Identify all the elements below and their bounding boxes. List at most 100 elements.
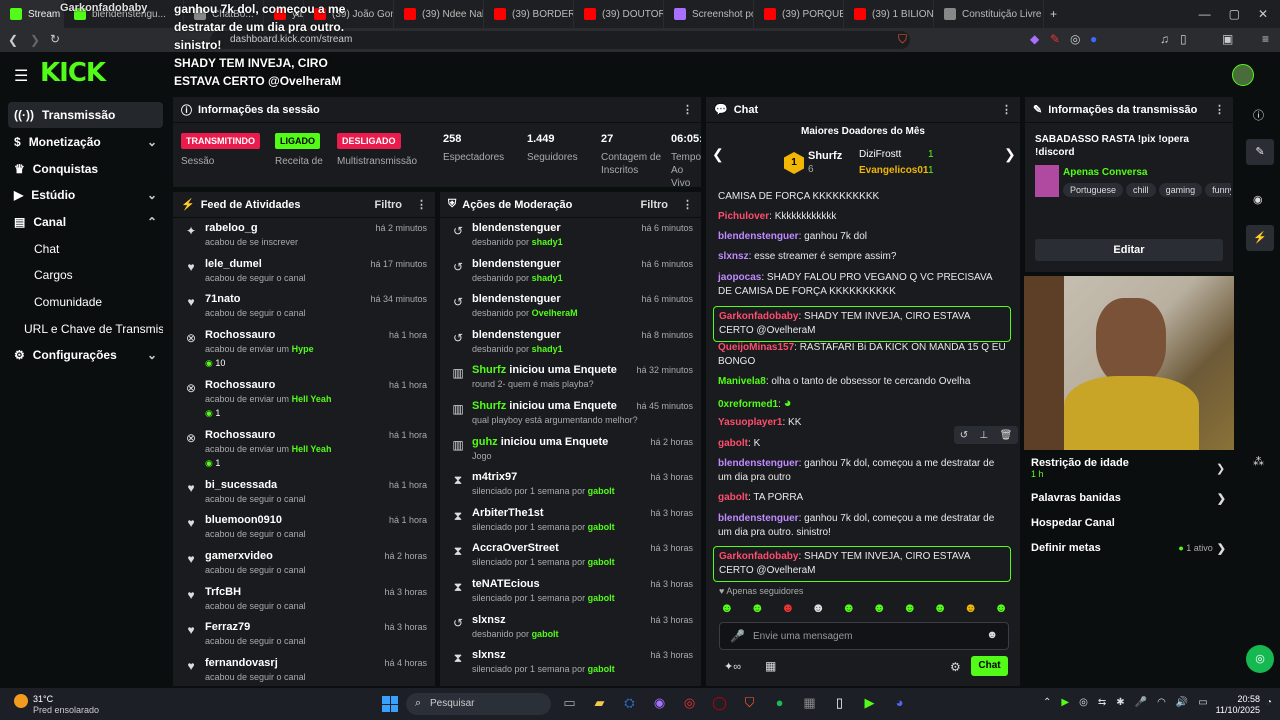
stream-tag[interactable]: funny [1205, 183, 1231, 197]
list-item[interactable]: ↺ blendenstenguer desbanido por OvelheraM h… [440, 289, 701, 325]
sidebar-item-canal[interactable]: ▤ Canal ⌃ [8, 209, 163, 235]
emote-icon[interactable]: ☻ [994, 600, 1008, 616]
username[interactable]: blendenstenguer [472, 258, 561, 270]
chat-username[interactable]: blendenstenguer [718, 513, 799, 524]
chevron-up-icon[interactable]: ⌃ [1043, 697, 1051, 708]
taskbar-app-icon[interactable]: ⛭ [620, 695, 639, 711]
list-item[interactable]: ⊗ Rochossauro acabou de enviar um Hype ◉ 10… [173, 325, 435, 375]
sidebar-item-url-chave[interactable]: URL e Chave de Transmissão [8, 316, 163, 342]
kick-logo[interactable]: KICK [40, 58, 106, 88]
edit-button[interactable]: Editar [1035, 239, 1223, 261]
chat-username[interactable]: gabolt [718, 492, 748, 503]
browser-tab[interactable]: (39) 1 BILIONÁRIO [844, 0, 934, 28]
username[interactable]: Rochossauro [205, 379, 275, 391]
list-item[interactable]: ▥ Shurfz iniciou uma Enquete qual playboy … [440, 396, 701, 432]
list-item[interactable]: ♥ bi_sucessada acabou de seguir o canal há … [173, 475, 435, 511]
moderator-name[interactable]: OvelheraM [532, 308, 578, 318]
username[interactable]: Ferraz79 [205, 621, 250, 633]
taskbar-app-icon[interactable]: ⛉ [740, 695, 759, 711]
minimize-icon[interactable]: — [1199, 7, 1211, 21]
menu-age-restriction[interactable]: Restrição de idade 1 h [1031, 457, 1226, 483]
taskbar-app-icon[interactable]: ◎ [680, 695, 699, 711]
extension-icon[interactable]: ✎ [1050, 32, 1060, 46]
menu-banned-words[interactable]: Palavras banidas ❯ [1031, 488, 1226, 508]
username[interactable]: TrfcBH [205, 586, 241, 598]
chat-username[interactable]: Manivela8 [718, 376, 766, 387]
emote-icon[interactable]: ☻ [964, 600, 978, 616]
donor-name[interactable]: Evangelicos01 [859, 165, 928, 176]
moderator-name[interactable]: gabolt [588, 664, 615, 674]
more-options-icon[interactable]: ⋮ [416, 198, 427, 211]
bluetooth-icon[interactable]: ✱ [1116, 697, 1124, 708]
chevron-left-icon[interactable]: ❮ [712, 146, 724, 163]
username[interactable]: blendenstenguer [472, 293, 561, 305]
moderator-name[interactable]: gabolt [588, 522, 615, 532]
moderator-name[interactable]: gabolt [588, 593, 615, 603]
emote-icon[interactable]: ☻ [903, 600, 917, 616]
sidebar-item-conquistas[interactable]: ♛ Conquistas [8, 156, 163, 182]
gift-icon[interactable]: ▦ [765, 659, 776, 673]
volume-icon[interactable]: 🔊 [1176, 697, 1188, 708]
notifications-icon[interactable]: ◔ [1266, 697, 1272, 708]
emote-icon[interactable]: ☻ [750, 600, 764, 616]
avatar[interactable] [1232, 64, 1254, 86]
list-item[interactable]: ♥ 71nato acabou de seguir o canal há 34 min… [173, 289, 435, 325]
moderator-name[interactable]: gabolt [532, 629, 559, 639]
pencil-icon[interactable]: ✎ [1246, 139, 1274, 165]
taskbar-app-icon[interactable]: ▭ [560, 695, 579, 711]
chat-message[interactable]: Garkonfadobaby: SHADY TEM INVEJA, CIRO E… [713, 306, 1011, 342]
chat-username[interactable]: blendenstenguer [718, 458, 799, 469]
chat-message[interactable]: Manivela8: olha o tanto de obsessor te c… [718, 375, 1006, 389]
list-item[interactable]: ⧗ teNATEcious silenciado por 1 semana por … [440, 574, 701, 610]
taskbar-search[interactable]: ⌕ Pesquisar [406, 693, 551, 715]
chat-username[interactable]: Yasuoplayer1 [718, 417, 782, 428]
sidebar-item-cargos[interactable]: Cargos [8, 262, 163, 288]
extension-icon[interactable]: ◆ [1030, 32, 1039, 46]
emote-icon[interactable]: ☻ [811, 600, 825, 616]
sidebar-icon[interactable]: ▯ [1180, 32, 1187, 46]
new-tab-icon[interactable]: + [1050, 7, 1057, 21]
maximize-icon[interactable]: ▢ [1229, 7, 1240, 21]
chat-username[interactable]: Garkonfadobaby [719, 311, 798, 322]
username[interactable]: bi_sucessada [205, 479, 277, 491]
list-item[interactable]: ♥ lele_dumel acabou de seguir o canal há 17… [173, 254, 435, 290]
list-item[interactable]: ♥ gamerxvideo acabou de seguir o canal há 2… [173, 546, 435, 582]
chat-username[interactable]: Garkonfadobaby [719, 551, 798, 562]
chevron-right-icon[interactable]: ❯ [1004, 146, 1016, 163]
emoji-icon[interactable]: ☻ [986, 629, 998, 641]
windows-start-icon[interactable] [382, 696, 398, 712]
username[interactable]: Rochossauro [205, 429, 275, 441]
chat-message[interactable]: 0xreformed1: ◕ [718, 396, 1006, 412]
browser-tab[interactable]: (39) DOUTOR A... [574, 0, 664, 28]
chat-message[interactable]: CAMISA DE FORÇA KKKKKKKKKK [718, 190, 1006, 200]
browser-tab[interactable]: Screenshot por ... [664, 0, 754, 28]
list-item[interactable]: ⧗ ArbiterThe1st silenciado por 1 semana po… [440, 503, 701, 539]
username[interactable]: gamerxvideo [205, 550, 273, 562]
emote-icon[interactable]: ☻ [720, 600, 734, 616]
chat-settings-icon[interactable]: ⚙ [950, 660, 961, 674]
taskbar-app-icon[interactable]: ▰ [590, 695, 609, 711]
sidebar-item-monetizacao[interactable]: $ Monetização ⌄ [8, 129, 163, 155]
brave-shield-icon[interactable]: ⛉ [898, 32, 907, 47]
mic-icon[interactable]: 🎤 [1135, 697, 1147, 708]
chat-username[interactable]: blendenstenguer [718, 231, 799, 242]
username[interactable]: lele_dumel [205, 258, 262, 270]
list-item[interactable]: ⊗ Rochossauro acabou de enviar um Hell Yea… [173, 425, 435, 475]
username[interactable]: m4trix97 [472, 471, 517, 483]
back-icon[interactable]: ❮ [8, 33, 18, 47]
username[interactable]: guhz [472, 436, 498, 448]
list-item[interactable]: ⧗ AccraOverStreet silenciado por 1 semana … [440, 538, 701, 574]
menu-set-goals[interactable]: Definir metas ● 1 ativo ❯ [1031, 538, 1226, 558]
reply-icon[interactable]: ↺ [960, 430, 968, 441]
chat-message[interactable]: slxnsz: esse streamer é sempre assim? [718, 250, 1006, 264]
browser-tab[interactable]: (39) Ndee Naldinho [394, 0, 484, 28]
points-icon[interactable]: ✦∞ [724, 660, 741, 673]
chat-input[interactable]: 🎤 Envie uma mensagem ☻ [719, 622, 1009, 650]
username[interactable]: teNATEcious [472, 578, 540, 590]
chat-message[interactable]: blendenstenguer: ganhou 7k dol [718, 230, 1006, 244]
list-item[interactable]: ♥ Ferraz79 acabou de seguir o canal há 3 ho… [173, 617, 435, 653]
more-options-icon[interactable]: ⋮ [1001, 103, 1012, 116]
battery-icon[interactable]: ▭ [1198, 697, 1207, 708]
lightning-icon[interactable]: ⚡ [1246, 225, 1274, 251]
sidebar-item-transmissao[interactable]: ((·)) Transmissão [8, 102, 163, 128]
